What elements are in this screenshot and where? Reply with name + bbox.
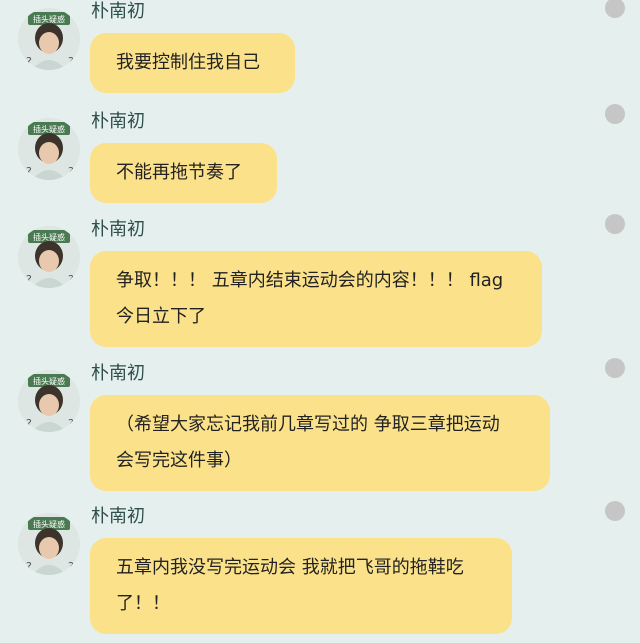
grey-circle-icon (605, 501, 625, 521)
message-row: 插头疑惑 ? ? 朴南初 我要控制住我自己 (0, 0, 640, 100)
svg-text:插头疑惑: 插头疑惑 (33, 376, 65, 386)
avatar[interactable]: 插头疑惑 ? ? (18, 226, 80, 288)
message-bubble[interactable]: 不能再拖节奏了 (90, 143, 277, 203)
svg-text:?: ? (26, 560, 32, 573)
grey-circle-icon (605, 104, 625, 124)
avatar[interactable]: 插头疑惑 ? ? (18, 118, 80, 180)
svg-text:?: ? (68, 165, 74, 178)
message-bubble[interactable]: 争取！！！ 五章内结束运动会的内容！！！ flag 今日立下了 (90, 251, 542, 347)
message-row: 插头疑惑 ? ? 朴南初 争取！！！ 五章内结束运动会的内容！！！ flag 今… (0, 214, 640, 348)
message-bubble[interactable]: （希望大家忘记我前几章写过的 争取三章把运动 会写完这件事） (90, 395, 550, 491)
sender-name: 朴南初 (91, 363, 145, 384)
sender-name: 朴南初 (91, 506, 145, 527)
svg-text:?: ? (26, 417, 32, 430)
avatar[interactable]: 插头疑惑 ? ? (18, 8, 80, 70)
message-row: 插头疑惑 ? ? 朴南初 五章内我没写完运动会 我就把飞哥的拖鞋吃 了！！ (0, 501, 640, 643)
avatar[interactable]: 插头疑惑 ? ? (18, 370, 80, 432)
svg-text:插头疑惑: 插头疑惑 (33, 124, 65, 134)
grey-circle-icon (605, 214, 625, 234)
avatar[interactable]: 插头疑惑 ? ? (18, 513, 80, 575)
message-bubble[interactable]: 五章内我没写完运动会 我就把飞哥的拖鞋吃 了！！ (90, 538, 512, 634)
svg-text:?: ? (68, 560, 74, 573)
sender-name: 朴南初 (91, 219, 145, 240)
grey-circle-icon (605, 0, 625, 18)
grey-circle-icon (605, 358, 625, 378)
svg-text:插头疑惑: 插头疑惑 (33, 232, 65, 242)
message-bubble[interactable]: 我要控制住我自己 (90, 33, 295, 93)
svg-text:?: ? (68, 417, 74, 430)
svg-text:插头疑惑: 插头疑惑 (33, 14, 65, 24)
svg-text:?: ? (26, 165, 32, 178)
sender-name: 朴南初 (91, 1, 145, 22)
svg-text:?: ? (26, 273, 32, 286)
message-row: 插头疑惑 ? ? 朴南初 不能再拖节奏了 (0, 104, 640, 210)
svg-text:?: ? (26, 55, 32, 68)
sender-name: 朴南初 (91, 111, 145, 132)
svg-text:?: ? (68, 55, 74, 68)
svg-text:插头疑惑: 插头疑惑 (33, 519, 65, 529)
message-row: 插头疑惑 ? ? 朴南初 （希望大家忘记我前几章写过的 争取三章把运动 会写完这… (0, 358, 640, 492)
svg-text:?: ? (68, 273, 74, 286)
